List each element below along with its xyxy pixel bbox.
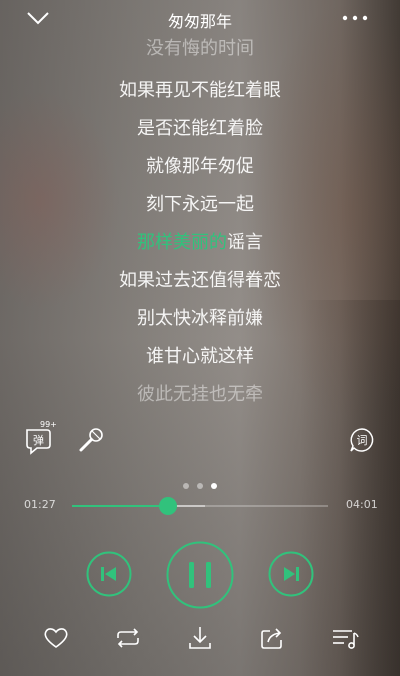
danmaku-count-badge: 99+ [40, 420, 57, 429]
lyric-line: 没有悔的时间 [146, 38, 254, 59]
lyric-line: 是否还能红着脸 [137, 118, 263, 139]
progress-bar[interactable] [72, 497, 328, 515]
playlist-button[interactable] [330, 624, 360, 652]
next-button[interactable] [268, 551, 314, 597]
elapsed-time: 01:27 [24, 498, 56, 511]
lyric-line: 如果再见不能红着眼 [119, 80, 281, 101]
repeat-icon [117, 628, 139, 648]
progress-thumb[interactable] [159, 497, 177, 515]
more-icon [342, 15, 368, 21]
more-button[interactable] [340, 8, 370, 28]
page-dot-active[interactable] [211, 483, 217, 489]
current-lyric-unsung: 谣言 [227, 232, 263, 253]
playlist-icon [333, 630, 359, 649]
svg-text:弹: 弹 [33, 433, 44, 447]
lyrics-icon: 词 [350, 428, 374, 452]
lyric-line: 刻下永远一起 [146, 194, 254, 215]
microphone-icon [79, 428, 103, 452]
svg-text:词: 词 [357, 434, 368, 447]
current-lyric-sung: 那样美丽的 [137, 232, 227, 253]
share-icon [261, 628, 282, 649]
repeat-mode-button[interactable] [113, 624, 143, 652]
heart-icon [44, 628, 68, 648]
top-bar: 匆匆那年 [0, 0, 400, 38]
previous-button[interactable] [86, 551, 132, 597]
previous-icon [86, 551, 132, 597]
lyric-line: 就像那年匆促 [146, 156, 254, 177]
lyric-line: 谁甘心就这样 [146, 346, 254, 367]
page-dot[interactable] [183, 483, 189, 489]
page-indicator [0, 474, 400, 493]
next-icon [268, 551, 314, 597]
lyrics-toggle-button[interactable]: 词 [348, 426, 376, 454]
played-bar [72, 505, 168, 507]
current-lyric-line: 那样美丽的谣言 [0, 228, 400, 254]
page-dot[interactable] [197, 483, 203, 489]
lyric-line: 彼此无挂也无牵 [137, 384, 263, 405]
lyrics-panel[interactable]: 没有悔的时间 如果再见不能红着眼 是否还能红着脸 就像那年匆促 刻下永远一起 那… [0, 36, 400, 408]
download-icon [189, 627, 211, 649]
favorite-button[interactable] [42, 624, 70, 652]
player-screen: 匆匆那年 没有悔的时间 如果再见不能红着眼 是否还能红着脸 就像那年匆促 刻下永… [0, 0, 400, 676]
lyric-line: 别太快冰释前嫌 [137, 308, 263, 329]
karaoke-button[interactable] [76, 426, 106, 456]
download-button[interactable] [186, 623, 214, 653]
pause-icon [166, 541, 234, 609]
total-time: 04:01 [346, 498, 378, 511]
share-button[interactable] [258, 624, 286, 652]
pause-button[interactable] [166, 541, 234, 609]
lyric-line: 如果过去还值得眷恋 [119, 270, 281, 291]
